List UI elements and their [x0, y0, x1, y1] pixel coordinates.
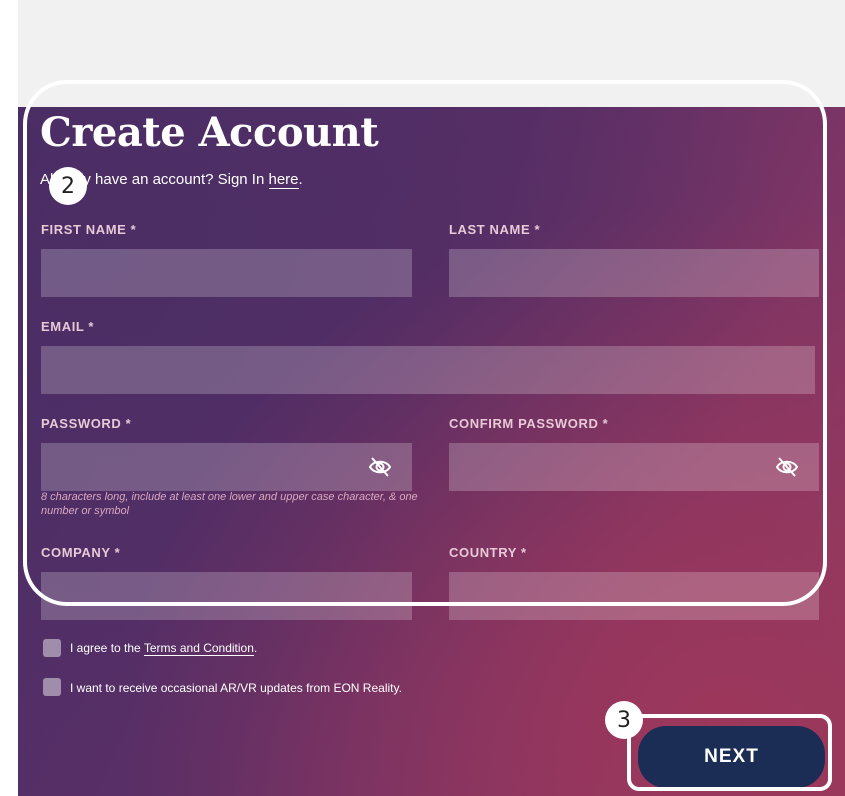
- email-input[interactable]: [41, 346, 815, 394]
- country-select[interactable]: [449, 572, 819, 620]
- last-name-input[interactable]: [449, 249, 819, 297]
- create-account-panel: Create Account Already have an account? …: [18, 107, 845, 796]
- eye-slash-icon[interactable]: [775, 456, 799, 478]
- updates-text: I want to receive occasional AR/VR updat…: [70, 681, 402, 695]
- last-name-label: LAST NAME *: [449, 222, 541, 237]
- next-button[interactable]: NEXT: [638, 726, 825, 788]
- terms-checkbox[interactable]: [43, 639, 61, 657]
- step-badge-3: 3: [605, 701, 643, 739]
- company-label: COMPANY *: [41, 545, 121, 560]
- password-field[interactable]: [41, 443, 412, 491]
- updates-checkbox[interactable]: [43, 678, 61, 696]
- password-label: PASSWORD *: [41, 416, 132, 431]
- confirm-password-field[interactable]: [449, 443, 819, 491]
- terms-link[interactable]: Terms and Condition: [143, 641, 254, 656]
- confirm-password-label: CONFIRM PASSWORD *: [449, 416, 609, 431]
- step-badge-2: 2: [49, 167, 87, 205]
- password-hint: 8 characters long, include at least one …: [41, 491, 418, 517]
- terms-period: .: [253, 641, 258, 655]
- terms-text: I agree to the Terms and Condition.: [70, 641, 258, 656]
- email-label: EMAIL *: [41, 319, 95, 334]
- signin-link[interactable]: here: [268, 171, 299, 189]
- top-background-band: [18, 0, 845, 107]
- signin-prompt-period: .: [298, 171, 303, 188]
- page-title: Create Account: [40, 109, 379, 156]
- first-name-label: FIRST NAME *: [41, 222, 137, 237]
- country-label: COUNTRY *: [449, 545, 527, 560]
- eye-slash-icon[interactable]: [368, 456, 392, 478]
- terms-prefix: I agree to the: [70, 641, 141, 655]
- first-name-input[interactable]: [41, 249, 412, 297]
- company-input[interactable]: [41, 572, 412, 620]
